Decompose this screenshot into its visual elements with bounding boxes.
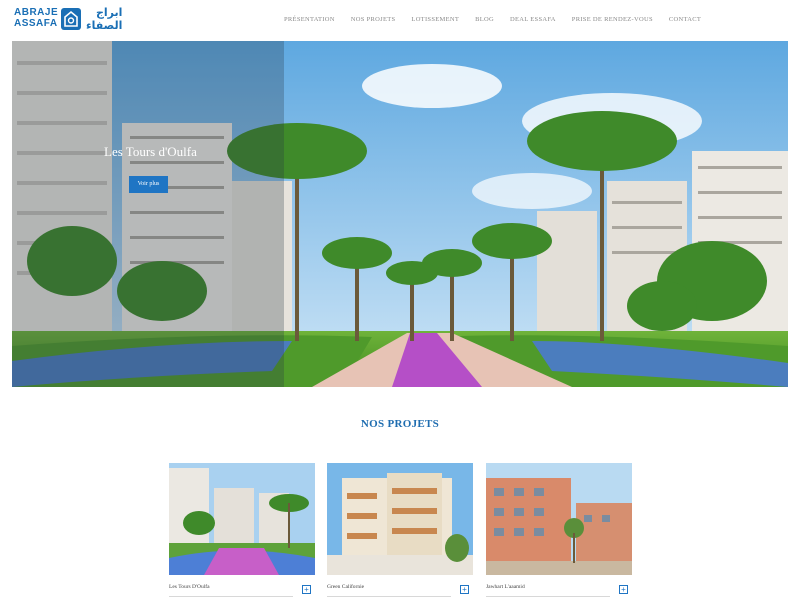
brand-name-line2: ASSAFA (14, 18, 58, 29)
project-name[interactable]: Green Californie (327, 584, 364, 590)
nav-item-rendez-vous[interactable]: PRISE DE RENDEZ-VOUS (572, 16, 653, 23)
nav-item-deal-essafa[interactable]: DEAL ESSAFA (510, 16, 556, 23)
nav-item-contact[interactable]: CONTACT (669, 16, 701, 23)
house-icon (61, 8, 81, 30)
projects-section-title: NOS PROJETS (360, 418, 440, 430)
brand-name: ABRAJE ASSAFA (14, 7, 58, 29)
project-name[interactable]: Les Tours D'Oulfa (169, 584, 210, 590)
project-image[interactable] (486, 463, 632, 575)
hero-title: Les Tours d'Oulfa (104, 144, 197, 159)
plus-icon[interactable]: + (302, 585, 311, 594)
brand-arabic-line1: ابراج (95, 6, 123, 19)
project-card[interactable]: Les Tours D'Oulfa + (169, 463, 315, 597)
nav-item-nos-projets[interactable]: NOS PROJETS (351, 16, 396, 23)
divider (486, 596, 610, 597)
project-name[interactable]: Jawhart L'aaamid (486, 584, 525, 590)
project-image[interactable] (169, 463, 315, 575)
brand-name-line1: ABRAJE (14, 7, 59, 18)
brand-logo[interactable]: ABRAJE ASSAFA ابراج الصفاء (14, 6, 134, 36)
nav-item-lotissement[interactable]: LOTISSEMENT (411, 16, 459, 23)
divider (327, 596, 451, 597)
brand-arabic-line2: الصفاء (86, 19, 123, 32)
project-card[interactable]: Jawhart L'aaamid + (486, 463, 632, 597)
brand-name-arabic: ابراج الصفاء (86, 6, 122, 32)
plus-icon[interactable]: + (460, 585, 469, 594)
site-header: ABRAJE ASSAFA ابراج الصفاء PRÉSENTATION … (0, 0, 800, 40)
hero-banner: Les Tours d'Oulfa Voir plus (12, 41, 788, 387)
project-card[interactable]: Green Californie + (327, 463, 473, 597)
main-nav: PRÉSENTATION NOS PROJETS LOTISSEMENT BLO… (284, 16, 701, 23)
plus-icon[interactable]: + (619, 585, 628, 594)
project-image[interactable] (327, 463, 473, 575)
nav-item-presentation[interactable]: PRÉSENTATION (284, 16, 335, 23)
divider (169, 596, 293, 597)
voir-plus-button[interactable]: Voir plus (129, 176, 168, 193)
nav-item-blog[interactable]: BLOG (475, 16, 494, 23)
hero-overlay (12, 41, 284, 387)
